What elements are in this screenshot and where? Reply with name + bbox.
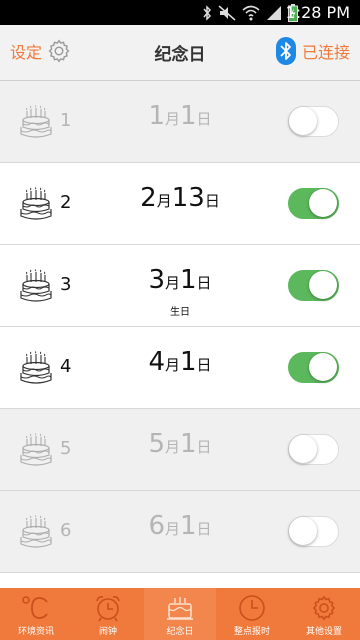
tab-environment[interactable]: 环境资讯: [0, 588, 72, 640]
tab-label: 纪念日: [166, 627, 194, 637]
bluetooth-icon: [275, 37, 296, 65]
anniversary-toggle[interactable]: [288, 106, 339, 137]
toggle-knob: [309, 353, 337, 381]
toggle-knob: [289, 435, 317, 463]
cake-icon: [18, 433, 54, 469]
anniversary-row[interactable]: 6 6月1日: [0, 491, 360, 573]
status-bar: 1:28 PM: [0, 0, 360, 25]
anniversary-toggle[interactable]: [288, 352, 339, 383]
toggle-knob: [309, 271, 337, 299]
tab-label: 环境资讯: [17, 627, 54, 637]
day-unit: 日: [196, 438, 212, 456]
date-day: 1: [180, 511, 197, 541]
date-month: 3: [148, 265, 165, 295]
toggle-knob: [289, 107, 317, 135]
settings-button[interactable]: 设定: [10, 38, 72, 64]
row-index: 1: [60, 110, 72, 131]
tab-other-settings[interactable]: 其他设置: [288, 588, 360, 640]
connection-label: 已连接: [301, 43, 350, 62]
day-unit: 日: [196, 110, 212, 128]
cake-icon: [165, 594, 195, 622]
row-index: 6: [60, 520, 72, 541]
date-day: 1: [180, 101, 197, 131]
top-bar: 设定 纪念日 已连接: [0, 25, 360, 81]
wifi-icon: [242, 5, 260, 20]
tab-alarm[interactable]: 闹钟: [72, 588, 144, 640]
tab-label: 整点报时: [233, 627, 270, 637]
anniversary-note: 生日: [170, 307, 190, 318]
anniversary-toggle[interactable]: [288, 188, 339, 219]
date-month: 5: [148, 429, 165, 459]
row-index: 4: [60, 356, 72, 377]
status-icons: [202, 3, 298, 22]
gear-icon: [48, 39, 70, 63]
month-unit: 月: [164, 274, 180, 292]
date-month: 2: [140, 183, 157, 213]
toggle-knob: [309, 189, 337, 217]
cake-icon: [18, 105, 54, 141]
anniversary-toggle[interactable]: [288, 516, 339, 547]
date-day: 13: [171, 183, 205, 213]
signal-icon: [267, 5, 281, 20]
month-unit: 月: [156, 192, 172, 210]
alarm-clock-icon: [93, 594, 123, 622]
bottom-tab-bar: 环境资讯 闹钟 纪念日 整点报时 其他设置: [0, 588, 360, 640]
mute-icon: [218, 4, 236, 21]
tab-hourly-chime[interactable]: 整点报时: [216, 588, 288, 640]
bluetooth-status-icon: [203, 4, 212, 21]
day-unit: 日: [196, 356, 212, 374]
anniversary-row[interactable]: 5 5月1日: [0, 409, 360, 491]
date-day: 1: [180, 347, 197, 377]
row-index: 5: [60, 438, 72, 459]
status-time: 1:28 PM: [285, 3, 350, 22]
month-unit: 月: [164, 110, 180, 128]
clock-icon: [237, 594, 267, 622]
gear-icon: [310, 594, 338, 622]
settings-label: 设定: [10, 43, 43, 62]
tab-label: 其他设置: [305, 627, 342, 637]
tab-anniversary[interactable]: 纪念日: [144, 588, 216, 640]
day-unit: 日: [204, 192, 220, 210]
date-day: 1: [180, 265, 197, 295]
cake-icon: [18, 187, 54, 223]
date-month: 6: [148, 511, 165, 541]
connection-status-button[interactable]: 已连接: [275, 37, 350, 65]
toggle-knob: [289, 517, 317, 545]
date-month: 4: [148, 347, 165, 377]
anniversary-list: 1 1月1日 2 2月13日 3 3月1日 生日 4 4月1日 5 5月1日 6 6月1日: [0, 81, 360, 588]
anniversary-toggle[interactable]: [288, 434, 339, 465]
month-unit: 月: [164, 356, 180, 374]
anniversary-row[interactable]: 3 3月1日 生日: [0, 245, 360, 327]
anniversary-row[interactable]: 1 1月1日: [0, 81, 360, 163]
day-unit: 日: [196, 274, 212, 292]
cake-icon: [18, 515, 54, 551]
anniversary-row[interactable]: 4 4月1日: [0, 327, 360, 409]
anniversary-row[interactable]: 2 2月13日: [0, 163, 360, 245]
cake-icon: [18, 351, 54, 387]
date-day: 1: [180, 429, 197, 459]
month-unit: 月: [164, 520, 180, 538]
celsius-icon: [21, 594, 51, 622]
cake-icon: [18, 269, 54, 305]
row-index: 3: [60, 274, 72, 295]
month-unit: 月: [164, 438, 180, 456]
day-unit: 日: [196, 520, 212, 538]
date-month: 1: [148, 101, 165, 131]
tab-label: 闹钟: [98, 627, 117, 637]
row-index: 2: [60, 192, 72, 213]
anniversary-toggle[interactable]: [288, 270, 339, 301]
